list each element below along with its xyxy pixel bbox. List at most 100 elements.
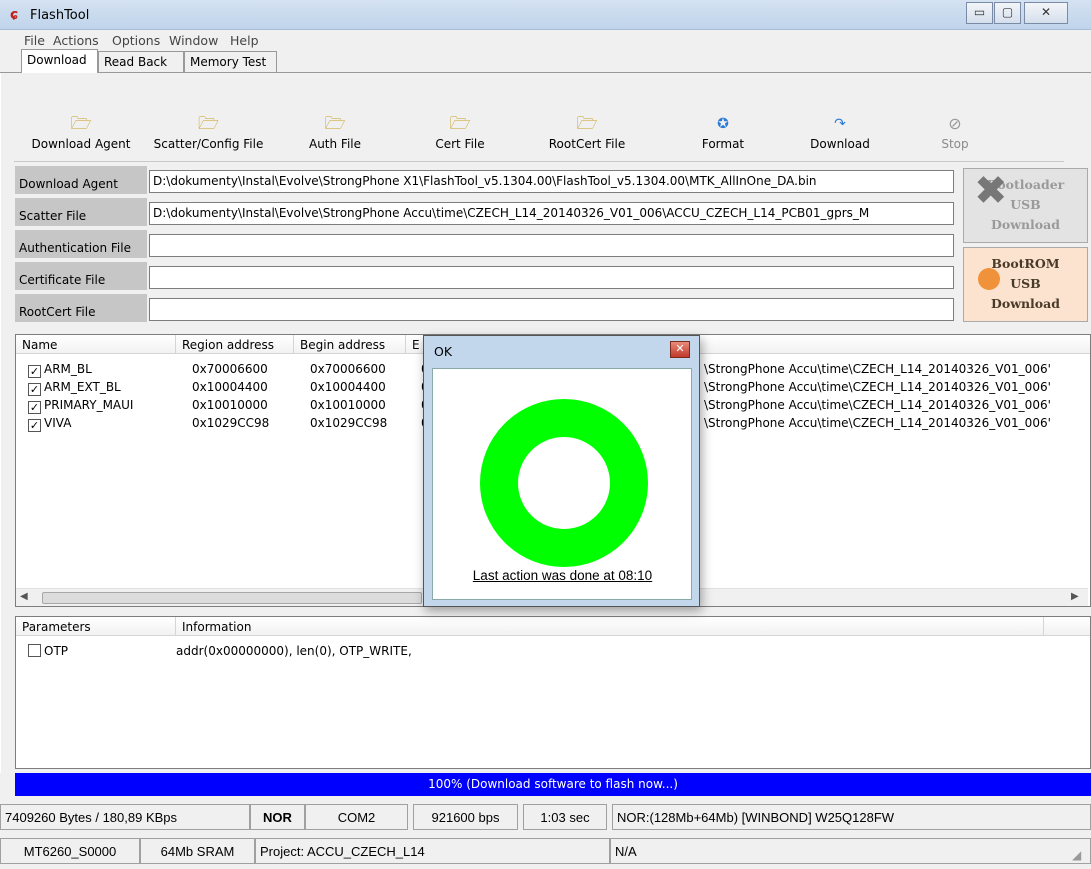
param-name-text: OTP xyxy=(44,644,69,658)
window-title: FlashTool xyxy=(30,8,90,23)
status-elapsed-time: 1:03 sec xyxy=(523,804,607,830)
row-path: \StrongPhone Accu\time\CZECH_L14_2014032… xyxy=(704,362,1051,376)
bootrom-usb-download-button[interactable]: BootROM USB Download xyxy=(963,247,1088,322)
tab-read-back[interactable]: Read Back xyxy=(98,51,184,72)
checkbox-unchecked-icon[interactable] xyxy=(28,644,41,657)
dialog-message[interactable]: Last action was done at 08:10 xyxy=(424,568,701,583)
maximize-button[interactable]: ▢ xyxy=(994,2,1021,24)
row-begin-address: 0x10010000 xyxy=(310,398,386,412)
stop-icon: ⊘ xyxy=(948,114,962,133)
column-header-information[interactable]: Information xyxy=(176,617,1044,636)
param-info: addr(0x00000000), len(0), OTP_WRITE, xyxy=(176,644,412,658)
row-name: ✓ ARM_BL xyxy=(28,362,92,378)
toolbar-label: Stop xyxy=(941,137,969,151)
open-folder-icon: 🗁 xyxy=(576,114,598,134)
scroll-right-icon[interactable]: ▶ xyxy=(1071,591,1079,602)
open-folder-icon: 🗁 xyxy=(197,114,220,134)
checkbox-checked-icon[interactable]: ✓ xyxy=(28,419,41,432)
resize-grip-icon[interactable]: ◢ xyxy=(1072,848,1081,862)
rootcert-file-path-field[interactable] xyxy=(149,298,954,321)
stop-toolbar-button[interactable]: ⊘ Stop xyxy=(925,113,985,151)
bootloader-usb-download-button[interactable]: Bootloader USB Download ✖ xyxy=(963,168,1088,243)
open-folder-icon: 🗁 xyxy=(70,114,92,134)
dialog-close-button[interactable]: ✕ xyxy=(670,341,690,358)
tab-download[interactable]: Download xyxy=(21,49,98,73)
tab-memory-test[interactable]: Memory Test xyxy=(184,51,277,72)
toolbar-label: Download xyxy=(810,137,870,151)
rootcert-file-toolbar-button[interactable]: 🗁 RootCert File xyxy=(527,113,647,151)
menu-options[interactable]: Options xyxy=(112,33,160,48)
column-header-begin-address[interactable]: Begin address xyxy=(294,335,406,354)
row-region-address: 0x10010000 xyxy=(192,398,268,412)
column-header-region-address[interactable]: Region address xyxy=(176,335,294,354)
tab-divider xyxy=(0,72,1091,73)
toolbar-label: Cert File xyxy=(435,137,485,151)
column-header-parameters[interactable]: Parameters xyxy=(16,617,176,636)
flashtool-app-icon: ɕ xyxy=(10,7,19,23)
download-progress-bar: 100% (Download software to flash now...) xyxy=(15,773,1091,796)
toolbar-label: Scatter/Config File xyxy=(153,137,264,151)
row-region-address: 0x10004400 xyxy=(192,380,268,394)
row-region-address: 0x1029CC98 xyxy=(192,416,270,430)
close-button[interactable]: ✕ xyxy=(1024,2,1068,24)
table-row[interactable]: OTP addr(0x00000000), len(0), OTP_WRITE, xyxy=(28,641,1088,659)
auth-file-toolbar-button[interactable]: 🗁 Auth File xyxy=(285,113,385,151)
usb-icon xyxy=(978,268,1000,290)
row-name-text: VIVA xyxy=(44,416,72,430)
scroll-left-icon[interactable]: ◀ xyxy=(20,591,28,602)
usb-icon: ✖ xyxy=(974,168,1008,214)
dialog-title: OK xyxy=(434,344,453,359)
scatter-file-path-field[interactable]: D:\dokumenty\Instal\Evolve\StrongPhone A… xyxy=(149,202,954,225)
download-toolbar-button[interactable]: ↷ Download xyxy=(795,113,885,151)
certificate-file-label: Certificate File xyxy=(15,262,147,290)
download-agent-label: Download Agent xyxy=(15,166,147,194)
format-toolbar-button[interactable]: ✪ Format xyxy=(678,113,768,151)
row-begin-address: 0x1029CC98 xyxy=(310,416,388,430)
minimize-button[interactable]: ▭ xyxy=(966,2,993,24)
authentication-file-path-field[interactable] xyxy=(149,234,954,257)
menu-file[interactable]: File xyxy=(24,33,45,48)
authentication-file-label: Authentication File xyxy=(15,230,147,258)
row-name: ✓ ARM_EXT_BL xyxy=(28,380,121,396)
parameters-list[interactable]: Parameters Information OTP addr(0x000000… xyxy=(15,616,1091,769)
menu-window[interactable]: Window xyxy=(169,33,218,48)
download-arrow-icon: ↷ xyxy=(834,116,846,132)
ok-dialog[interactable]: OK ✕ Last action was done at 08:10 xyxy=(423,335,700,607)
download-agent-toolbar-button[interactable]: 🗁 Download Agent xyxy=(16,113,146,151)
status-flash-info: NOR:(128Mb+64Mb) [WINBOND] W25Q128FW xyxy=(612,804,1091,830)
open-folder-icon: 🗁 xyxy=(324,114,346,134)
download-agent-path-field[interactable]: D:\dokumenty\Instal\Evolve\StrongPhone X… xyxy=(149,170,954,193)
bootrom-download-label: Download xyxy=(991,296,1060,311)
row-path: \StrongPhone Accu\time\CZECH_L14_2014032… xyxy=(704,380,1051,394)
status-memory-type: NOR xyxy=(250,804,305,830)
row-begin-address: 0x70006600 xyxy=(310,362,386,376)
status-baud-rate: 921600 bps xyxy=(413,804,518,830)
toolbar-separator xyxy=(14,161,1064,162)
status-bytes-speed: 7409260 Bytes / 180,89 KBps xyxy=(0,804,250,830)
parameters-list-header: Parameters Information xyxy=(16,617,1090,636)
status-project: Project: ACCU_CZECH_L14 xyxy=(255,838,610,864)
menu-actions[interactable]: Actions xyxy=(53,33,99,48)
menu-help[interactable]: Help xyxy=(230,33,259,48)
row-name: ✓ PRIMARY_MAUI xyxy=(28,398,133,414)
cert-file-toolbar-button[interactable]: 🗁 Cert File xyxy=(410,113,510,151)
toolbar-label: Download Agent xyxy=(31,137,131,151)
status-chip: MT6260_S0000 xyxy=(0,838,140,864)
status-sram: 64Mb SRAM xyxy=(140,838,255,864)
status-com-port: COM2 xyxy=(305,804,408,830)
row-name-text: ARM_EXT_BL xyxy=(44,380,121,394)
menu-bar: File Actions Options Window Help xyxy=(0,30,1091,50)
open-folder-icon: 🗁 xyxy=(449,114,471,134)
title-bar: ɕ FlashTool ▭ ▢ ✕ xyxy=(0,0,1091,30)
row-name-text: ARM_BL xyxy=(44,362,92,376)
column-header-name[interactable]: Name xyxy=(16,335,176,354)
scrollbar-thumb[interactable] xyxy=(42,592,422,604)
scatter-config-file-toolbar-button[interactable]: 🗁 Scatter/Config File xyxy=(146,113,271,151)
row-region-address: 0x70006600 xyxy=(192,362,268,376)
row-path: \StrongPhone Accu\time\CZECH_L14_2014032… xyxy=(704,416,1051,430)
param-name: OTP xyxy=(28,644,68,658)
success-ring-icon xyxy=(480,399,648,567)
rootcert-file-label: RootCert File xyxy=(15,294,147,322)
row-name-text: PRIMARY_MAUI xyxy=(44,398,134,412)
certificate-file-path-field[interactable] xyxy=(149,266,954,289)
